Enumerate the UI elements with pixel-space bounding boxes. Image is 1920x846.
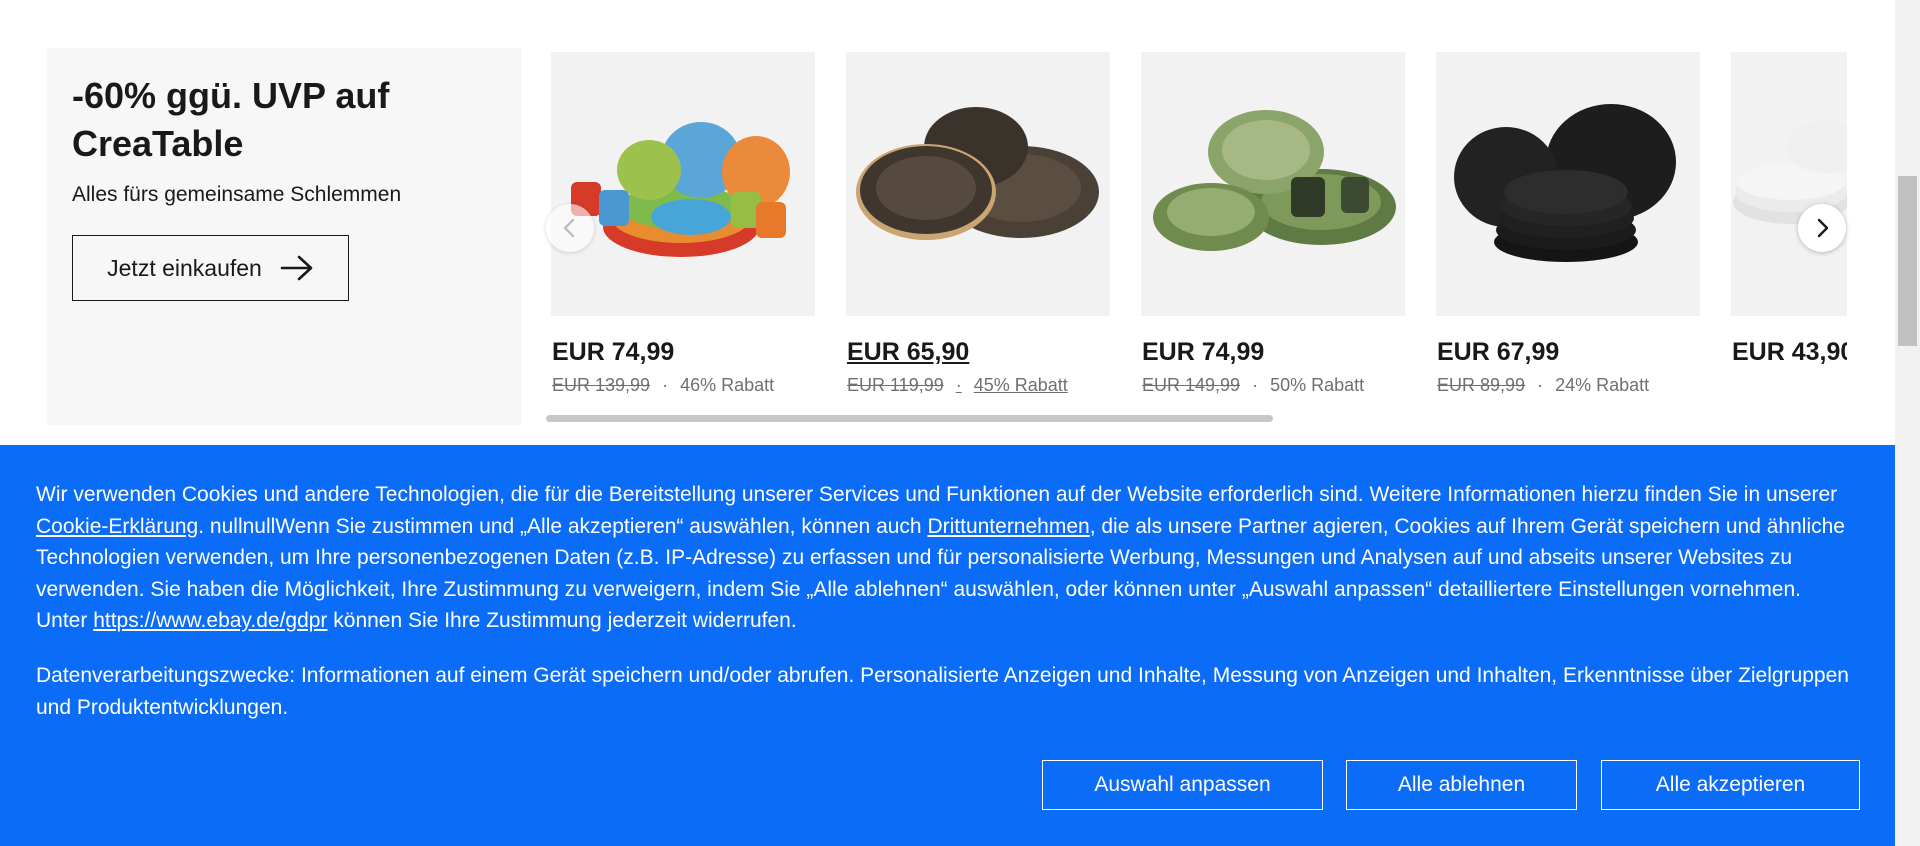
accept-all-button[interactable]: Alle akzeptieren xyxy=(1601,760,1860,810)
promo-subtitle: Alles fürs gemeinsame Schlemmen xyxy=(72,183,402,206)
product-card[interactable]: EUR 65,90 EUR 119,99 · 45% Rabatt xyxy=(846,52,1110,395)
cookie-text-part: . nullnullWenn Sie zustimmen und „Alle a… xyxy=(198,514,928,538)
cookie-text-part: können Sie Ihre Zustimmung jederzeit wid… xyxy=(327,609,797,632)
original-price: EUR 119,99 xyxy=(847,375,944,395)
page-scrollbar-thumb[interactable] xyxy=(1898,176,1917,346)
arrow-right-icon xyxy=(280,255,313,281)
black-plates-icon xyxy=(1454,104,1676,262)
gdpr-link[interactable]: https://www.ebay.de/gdpr xyxy=(93,609,327,632)
product-price: EUR 65,90 xyxy=(847,338,970,366)
third-parties-link[interactable]: Drittunternehmen xyxy=(927,515,1089,538)
product-card[interactable]: EUR 67,99 EUR 89,99 · 24% Rabatt xyxy=(1436,52,1700,395)
product-carousel: EUR 74,99 EUR 139,99 · 46% Rabatt EUR 65,9… xyxy=(551,52,1847,422)
cookie-text: Wir verwenden Cookies und andere Technol… xyxy=(36,479,1856,637)
product-meta: EUR 139,99 · 46% Rabatt xyxy=(552,375,774,396)
product-image[interactable] xyxy=(1141,52,1405,316)
cookie-text-part: Wir verwenden Cookies und andere Technol… xyxy=(36,483,1838,506)
chevron-right-icon xyxy=(1817,218,1829,238)
promo-card: -60% ggü. UVP auf CreaTable Alles fürs g… xyxy=(47,48,522,425)
product-image[interactable] xyxy=(846,52,1110,316)
product-card[interactable]: EUR 74,99 EUR 149,99 · 50% Rabatt xyxy=(1141,52,1405,395)
product-card[interactable]: EUR 43,90 xyxy=(1731,52,1847,366)
brown-plates-icon xyxy=(856,107,1099,240)
customize-selection-button[interactable]: Auswahl anpassen xyxy=(1042,760,1323,810)
product-meta: EUR 149,99 · 50% Rabatt xyxy=(1142,375,1364,396)
product-image[interactable] xyxy=(1436,52,1700,316)
carousel-scrollbar[interactable] xyxy=(546,415,1273,422)
product-card[interactable]: EUR 74,99 EUR 139,99 · 46% Rabatt xyxy=(551,52,815,395)
product-image[interactable] xyxy=(1731,52,1847,316)
cookie-policy-link[interactable]: Cookie-Erklärung xyxy=(36,515,198,538)
discount-label: 50% Rabatt xyxy=(1270,375,1365,395)
discount-label: 46% Rabatt xyxy=(680,375,775,395)
green-dinnerware-icon xyxy=(1153,110,1396,251)
shop-now-label: Jetzt einkaufen xyxy=(107,254,262,281)
original-price: EUR 149,99 xyxy=(1142,375,1241,395)
product-price: EUR 67,99 xyxy=(1437,338,1560,366)
meta-separator: · xyxy=(1252,375,1259,395)
product-meta: EUR 119,99 · 45% Rabatt xyxy=(847,375,1068,396)
shop-now-button[interactable]: Jetzt einkaufen xyxy=(72,235,349,301)
discount-label: 24% Rabatt xyxy=(1555,375,1650,395)
reject-all-button[interactable]: Alle ablehnen xyxy=(1346,760,1577,810)
colorful-dinnerware-icon xyxy=(571,122,790,257)
carousel-prev-button[interactable] xyxy=(546,204,594,252)
product-price: EUR 43,90 xyxy=(1732,338,1847,366)
cookie-banner: Wir verwenden Cookies und andere Technol… xyxy=(0,445,1895,846)
page-scrollbar-track[interactable] xyxy=(1895,0,1920,846)
data-processing-purposes: Datenverarbeitungszwecke: Informationen … xyxy=(36,664,1849,719)
meta-separator: · xyxy=(955,375,962,395)
white-porcelain-icon xyxy=(1733,121,1847,224)
product-price: EUR 74,99 xyxy=(552,338,675,366)
promo-title: -60% ggü. UVP auf CreaTable xyxy=(72,75,390,164)
chevron-left-icon xyxy=(563,218,575,238)
product-image[interactable] xyxy=(551,52,815,316)
meta-separator: · xyxy=(1537,375,1544,395)
discount-label: 45% Rabatt xyxy=(973,375,1068,395)
original-price: EUR 89,99 xyxy=(1437,375,1526,395)
carousel-next-button[interactable] xyxy=(1798,204,1846,252)
original-price: EUR 139,99 xyxy=(552,375,651,395)
meta-separator: · xyxy=(662,375,669,395)
product-meta: EUR 89,99 · 24% Rabatt xyxy=(1437,375,1649,396)
product-price: EUR 74,99 xyxy=(1142,338,1265,366)
